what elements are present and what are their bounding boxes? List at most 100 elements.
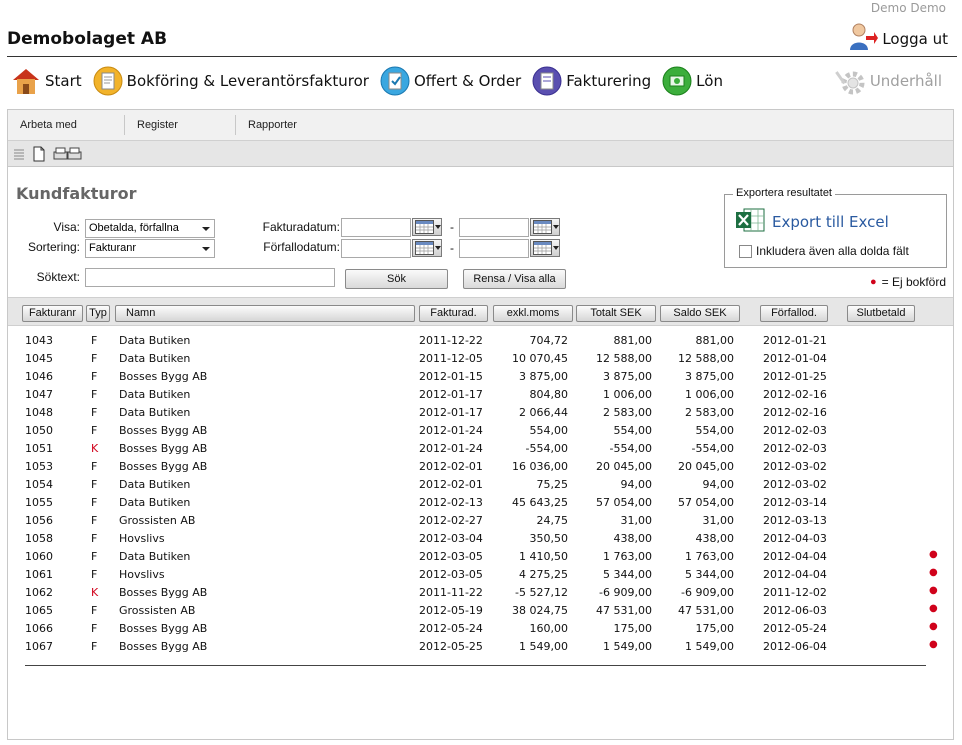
forfallodatum-to-calendar[interactable] [530, 239, 560, 257]
cell-totalt-sek: 1 763,00 [603, 550, 652, 563]
cell-fakturadatum: 2012-02-27 [419, 514, 483, 527]
search-input[interactable] [85, 268, 335, 287]
table-row[interactable]: 1065 F Grossisten AB 2012-05-19 38 024,75 47 … [8, 601, 953, 619]
cell-saldo-sek: 5 344,00 [685, 568, 734, 581]
bookkeeping-icon [92, 65, 124, 97]
cell-fakturanr: 1058 [25, 532, 53, 545]
table-row[interactable]: 1055 F Data Butiken 2012-02-13 45 643,25 57 0… [8, 493, 953, 511]
cell-forfallodatum: 2012-01-04 [763, 352, 827, 365]
invoice-table-body: 1043 F Data Butiken 2011-12-22 704,72 881,00 8… [8, 331, 953, 655]
new-document-icon[interactable] [32, 146, 46, 162]
col-saldo-sek[interactable]: Saldo SEK [660, 305, 740, 322]
include-hidden-checkbox[interactable] [739, 245, 752, 258]
forfallodatum-to-input[interactable] [459, 239, 529, 258]
cell-totalt-sek: 438,00 [613, 532, 653, 545]
fakturadatum-to-calendar[interactable] [530, 218, 560, 236]
cell-forfallodatum: 2012-05-24 [763, 622, 827, 635]
table-row[interactable]: 1066 F Bosses Bygg AB 2012-05-24 160,00 175,0… [8, 619, 953, 637]
cell-namn: Bosses Bygg AB [119, 586, 208, 599]
table-row[interactable]: 1047 F Data Butiken 2012-01-17 804,80 1 006,0… [8, 385, 953, 403]
nav-invoicing[interactable]: Fakturering [531, 65, 651, 97]
cell-fakturanr: 1050 [25, 424, 53, 437]
col-exkl-moms[interactable]: exkl.moms [493, 305, 573, 322]
search-button[interactable]: Sök [345, 269, 448, 289]
cell-namn: Bosses Bygg AB [119, 460, 208, 473]
col-typ[interactable]: Typ [86, 305, 110, 322]
nav-start[interactable]: Start [10, 65, 82, 97]
table-row[interactable]: 1061 F Hovslivs 2012-03-05 4 275,25 5 344,00 5… [8, 565, 953, 583]
cell-forfallodatum: 2012-01-21 [763, 334, 827, 347]
nav-salary[interactable]: Lön [661, 65, 723, 97]
fakturadatum-to-input[interactable] [459, 218, 529, 237]
table-row[interactable]: 1054 F Data Butiken 2012-02-01 75,25 94,00 94,… [8, 475, 953, 493]
subnav-tab-rapporter[interactable]: Rapporter [236, 115, 309, 135]
table-row[interactable]: 1056 F Grossisten AB 2012-02-27 24,75 31,00 31… [8, 511, 953, 529]
cell-totalt-sek: -6 909,00 [599, 586, 652, 599]
table-row[interactable]: 1043 F Data Butiken 2011-12-22 704,72 881,00 8… [8, 331, 953, 349]
list-icon[interactable] [12, 147, 26, 161]
cell-forfallodatum: 2012-02-16 [763, 388, 827, 401]
table-row[interactable]: 1062 K Bosses Bygg AB 2011-11-22 -5 527,12 -6… [8, 583, 953, 601]
sortering-select[interactable]: Fakturanr [85, 239, 215, 258]
company-name: Demobolaget AB [7, 29, 168, 49]
table-row[interactable]: 1050 F Bosses Bygg AB 2012-01-24 554,00 554,0… [8, 421, 953, 439]
fakturadatum-from-calendar[interactable] [412, 218, 442, 236]
col-forfallod[interactable]: Förfallod. [760, 305, 828, 322]
col-fakturanr[interactable]: Fakturanr [22, 305, 83, 322]
current-user: Demo Demo [870, 1, 946, 15]
cell-namn: Bosses Bygg AB [119, 442, 208, 455]
export-box: Exportera resultatet Export till Excel I… [724, 187, 947, 268]
visa-select[interactable]: Obetalda, förfallna [85, 219, 215, 238]
table-row[interactable]: 1053 F Bosses Bygg AB 2012-02-01 16 036,00 20… [8, 457, 953, 475]
ej-bokford-dot-icon: ● [929, 603, 938, 614]
nav-maintenance[interactable]: Underhåll [834, 65, 942, 97]
table-row[interactable]: 1058 F Hovslivs 2012-03-04 350,50 438,00 438,0… [8, 529, 953, 547]
cell-exkl-moms: 1 410,50 [519, 550, 568, 563]
cell-forfallodatum: 2012-04-03 [763, 532, 827, 545]
col-totalt-sek[interactable]: Totalt SEK [576, 305, 656, 322]
cell-fakturanr: 1054 [25, 478, 53, 491]
print-icon[interactable] [52, 146, 84, 162]
table-row[interactable]: 1046 F Bosses Bygg AB 2012-01-15 3 875,00 3 8… [8, 367, 953, 385]
col-fakturad[interactable]: Fakturad. [419, 305, 488, 322]
cell-fakturadatum: 2012-05-25 [419, 640, 483, 653]
cell-saldo-sek: 47 531,00 [678, 604, 734, 617]
nav-invoicing-label: Fakturering [566, 72, 652, 90]
subnav-tab-arbeta-med[interactable]: Arbeta med [8, 115, 125, 135]
cell-fakturanr: 1047 [25, 388, 53, 401]
calendar-icon [533, 220, 552, 234]
col-slutbetald[interactable]: Slutbetald [847, 305, 915, 322]
forfallodatum-from-input[interactable] [341, 239, 411, 258]
cell-fakturanr: 1048 [25, 406, 53, 419]
nav-offer-order[interactable]: Offert & Order [379, 65, 521, 97]
subnav-tab-register[interactable]: Register [125, 115, 236, 135]
cell-fakturanr: 1046 [25, 370, 53, 383]
table-row[interactable]: 1067 F Bosses Bygg AB 2012-05-25 1 549,00 1 5… [8, 637, 953, 655]
offer-order-icon [379, 65, 411, 97]
cell-typ: F [91, 496, 98, 509]
export-legend: Exportera resultatet [733, 187, 835, 199]
fakturadatum-from-input[interactable] [341, 218, 411, 237]
table-row[interactable]: 1051 K Bosses Bygg AB 2012-01-24 -554,00 -554… [8, 439, 953, 457]
chevron-down-icon [553, 246, 559, 250]
col-namn[interactable]: Namn [115, 305, 415, 322]
cell-saldo-sek: -554,00 [691, 442, 734, 455]
cell-fakturadatum: 2012-01-24 [419, 424, 483, 437]
legend-note: ● = Ej bokförd [870, 275, 946, 289]
nav-bookkeeping[interactable]: Bokföring & Leverantörsfakturor [92, 65, 369, 97]
cell-saldo-sek: 3 875,00 [685, 370, 734, 383]
table-row[interactable]: 1045 F Data Butiken 2011-12-05 10 070,45 12 5… [8, 349, 953, 367]
house-icon [10, 65, 42, 97]
cell-typ: F [91, 568, 98, 581]
calendar-icon [415, 241, 434, 255]
cell-totalt-sek: 47 531,00 [596, 604, 652, 617]
export-excel-link[interactable]: Export till Excel [735, 207, 889, 236]
fakturadatum-label: Fakturadatum: [262, 220, 340, 234]
logout-button[interactable]: Logga ut [848, 22, 948, 55]
table-row[interactable]: 1048 F Data Butiken 2012-01-17 2 066,44 2 583… [8, 403, 953, 421]
cell-namn: Data Butiken [119, 496, 191, 509]
clear-show-all-button[interactable]: Rensa / Visa alla [463, 269, 566, 289]
cell-exkl-moms: 10 070,45 [512, 352, 568, 365]
table-row[interactable]: 1060 F Data Butiken 2012-03-05 1 410,50 1 763… [8, 547, 953, 565]
forfallodatum-from-calendar[interactable] [412, 239, 442, 257]
